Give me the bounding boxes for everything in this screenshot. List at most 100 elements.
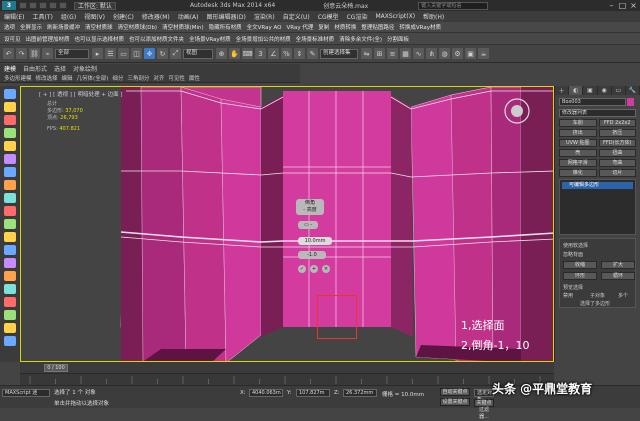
side-tool-icon-16[interactable]	[4, 297, 16, 307]
unlink-icon[interactable]: ⌁	[42, 48, 53, 59]
custom-tool-row1-12[interactable]: 转换成VRay材质	[399, 23, 441, 31]
set-key-button[interactable]: 设置关键点	[440, 398, 470, 406]
loop-button[interactable]: 循环	[601, 272, 635, 280]
search-input[interactable]: 键入关键字或短语	[418, 1, 489, 10]
graphite-panel-6[interactable]: 对齐	[153, 74, 164, 82]
custom-tool-row1-11[interactable]: 整理贴图路径	[361, 23, 394, 31]
modifier-button-3[interactable]: 挤压	[598, 129, 636, 137]
rotate-icon[interactable]: ↻	[157, 48, 168, 59]
side-tool-icon-14[interactable]	[4, 271, 16, 281]
stack-item-editable-poly[interactable]: 可编辑多边形	[562, 182, 633, 189]
custom-tool-row1-0[interactable]: 选项	[4, 23, 15, 31]
side-tool-icon-17[interactable]	[4, 310, 16, 320]
modifier-button-5[interactable]: FFD(长方体)	[598, 139, 636, 147]
modifier-button-6[interactable]: 壳	[559, 149, 597, 157]
angle-snap-icon[interactable]: ∠	[268, 48, 279, 59]
menu-item-7[interactable]: 图形编辑器(D)	[207, 12, 246, 21]
side-tool-icon-10[interactable]	[4, 219, 16, 229]
menu-item-4[interactable]: 创建(C)	[113, 12, 134, 21]
custom-tool-row1-10[interactable]: 材质转换	[334, 23, 356, 31]
custom-tool-row1-9[interactable]: 复制	[318, 23, 329, 31]
rect-selection-icon[interactable]: ▭	[118, 48, 129, 59]
minimize-icon[interactable]: –	[606, 0, 617, 11]
object-name-field[interactable]: Box003	[559, 98, 634, 106]
custom-tool-row2-6[interactable]: 全场景标准材质	[296, 35, 335, 43]
caddy-outline-field[interactable]: 10.0mm	[298, 237, 332, 245]
command-tab-2[interactable]: ▣	[583, 86, 598, 95]
ring-button[interactable]: 环形	[563, 272, 597, 280]
modifier-button-2[interactable]: 挤出	[559, 129, 597, 137]
edit-named-selection-icon[interactable]: ✎	[307, 48, 318, 59]
graphite-tab-0[interactable]: 建模	[4, 64, 16, 73]
custom-tool-row2-1[interactable]: 出图前管理加材质	[26, 35, 70, 43]
menu-item-6[interactable]: 动画(A)	[178, 12, 199, 21]
maxscript-listener[interactable]: MAXScript 迷	[2, 389, 50, 397]
selection-filter-dropdown[interactable]: 全部	[55, 48, 89, 59]
side-tool-icon-3[interactable]	[4, 128, 16, 138]
side-tool-icon-15[interactable]	[4, 284, 16, 294]
command-tab-1[interactable]: ◐	[569, 86, 584, 95]
menu-item-8[interactable]: 渲染(R)	[254, 12, 275, 21]
custom-tool-row1-6[interactable]: 隐藏所有材质	[209, 23, 242, 31]
ignore-backfacing-checkbox[interactable]: 忽略背面	[563, 251, 583, 258]
modifier-button-10[interactable]: 锥化	[559, 169, 597, 177]
custom-tool-row1-2[interactable]: 刷新场景缓冲	[47, 23, 80, 31]
side-tool-icon-6[interactable]	[4, 167, 16, 177]
object-color-swatch[interactable]	[627, 98, 634, 106]
z-coord-field[interactable]: 26.372mm	[343, 389, 377, 397]
side-tool-icon-2[interactable]	[4, 115, 16, 125]
menu-item-11[interactable]: CG渲染	[347, 12, 368, 21]
y-coord-field[interactable]: 107.827m	[296, 389, 330, 397]
material-editor-icon[interactable]: ◍	[439, 48, 450, 59]
custom-tool-row1-3[interactable]: 清空材质球	[85, 23, 113, 31]
graphite-panel-5[interactable]: 三角剖分	[127, 74, 149, 82]
modifier-list-dropdown[interactable]: 修改器列表	[559, 109, 636, 117]
custom-tool-row2-5[interactable]: 全场景增加公共的材质	[236, 35, 291, 43]
caddy-ok-icon[interactable]: ✓	[298, 265, 306, 273]
preview-multi-radio[interactable]: 多个	[618, 292, 628, 299]
side-tool-icon-1[interactable]	[4, 102, 16, 112]
selected-object-dropdown[interactable]: 选定对象	[474, 389, 494, 403]
graphite-panel-8[interactable]: 属性	[189, 74, 200, 82]
schematic-view-icon[interactable]: ⋔	[426, 48, 437, 59]
side-tool-icon-7[interactable]	[4, 180, 16, 190]
graphite-tab-3[interactable]: 对象绘制	[73, 64, 97, 73]
menu-item-13[interactable]: 帮助(H)	[423, 12, 444, 21]
caddy-apply-icon[interactable]: +	[310, 265, 318, 273]
viewport-label[interactable]: [ + ] [ 透视 ] [ 明暗处理 + 边面 ]	[39, 90, 123, 98]
modifier-button-4[interactable]: UVW 贴图	[559, 139, 597, 147]
menu-item-2[interactable]: 组(G)	[61, 12, 76, 21]
shrink-button[interactable]: 收缩	[563, 261, 597, 269]
caddy-height-field[interactable]: -1.0	[298, 251, 326, 259]
menu-item-3[interactable]: 视图(V)	[84, 12, 105, 21]
undo-icon[interactable]: ↶	[3, 48, 14, 59]
move-icon[interactable]: ✥	[144, 48, 155, 59]
custom-tool-row1-8[interactable]: VRay 代理	[287, 23, 314, 31]
custom-tool-row2-2[interactable]: 也可以显示选择材质	[75, 35, 125, 43]
side-tool-icon-13[interactable]	[4, 258, 16, 268]
soft-selection-checkbox[interactable]: 使用软选择	[563, 242, 588, 249]
graphite-panel-0[interactable]: 多边形建模	[4, 74, 32, 82]
custom-tool-row2-4[interactable]: 全场景VRay材质	[189, 35, 231, 43]
scale-icon[interactable]: ⤢	[170, 48, 181, 59]
caddy-cancel-icon[interactable]: ×	[322, 265, 330, 273]
command-tab-0[interactable]: ＋	[555, 86, 570, 95]
reference-coord-dropdown[interactable]: 视图	[183, 48, 213, 59]
save-file-icon[interactable]	[39, 2, 47, 9]
custom-tool-row2-8[interactable]: 分割面板	[387, 35, 409, 43]
menu-item-10[interactable]: CG模型	[318, 12, 339, 21]
side-tool-icon-12[interactable]	[4, 245, 16, 255]
named-selection-dropdown[interactable]: 创建选择集	[320, 48, 358, 59]
modifier-button-0[interactable]: 车削	[559, 119, 597, 127]
menu-item-12[interactable]: MAXScript(X)	[375, 13, 415, 20]
side-tool-icon-0[interactable]	[4, 89, 16, 99]
graphite-tab-1[interactable]: 自由形式	[23, 64, 47, 73]
side-tool-icon-4[interactable]	[4, 141, 16, 151]
menu-item-5[interactable]: 修改器(M)	[142, 12, 170, 21]
preview-subobj-radio[interactable]: 子对象	[590, 292, 605, 299]
side-tool-icon-19[interactable]	[4, 336, 16, 346]
align-icon[interactable]: ⊞	[374, 48, 385, 59]
graphite-panel-3[interactable]: 几何体(全部)	[77, 74, 109, 82]
graphite-tab-2[interactable]: 选择	[54, 64, 66, 73]
close-icon[interactable]: ×	[628, 0, 639, 11]
